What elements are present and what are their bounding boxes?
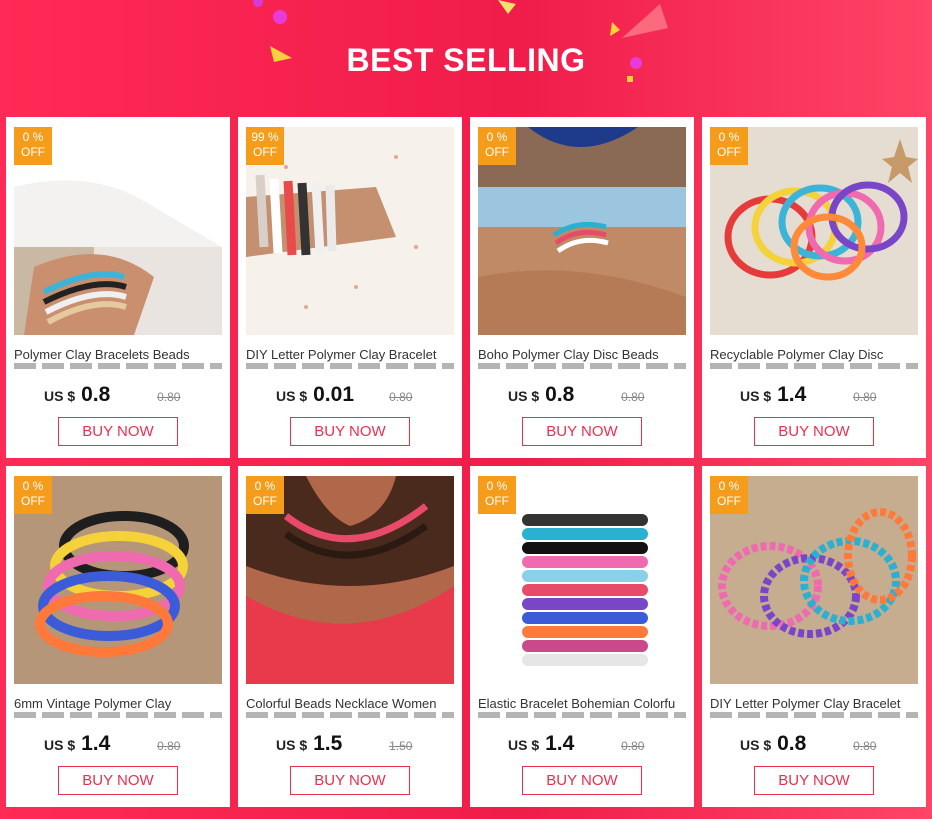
- buy-now-button[interactable]: BUY NOW: [754, 766, 874, 795]
- product-name-overflow: [710, 712, 918, 718]
- product-card[interactable]: 99 % OFF DIY Letter Polymer Clay Bracelet…: [238, 117, 462, 458]
- sale-price: 1.4: [545, 732, 575, 755]
- product-name[interactable]: Recyclable Polymer Clay Disc: [710, 347, 918, 363]
- sale-price: 0.01: [313, 383, 354, 406]
- buy-now-button[interactable]: BUY NOW: [522, 766, 642, 795]
- currency-label: US $: [508, 388, 540, 404]
- product-name[interactable]: Boho Polymer Clay Disc Beads: [478, 347, 686, 363]
- sale-price: 1.5: [313, 732, 343, 755]
- original-price: 0.80: [853, 390, 877, 404]
- product-card[interactable]: 0 % OFF Elastic Bracelet Bohemian Colorfu…: [470, 466, 694, 807]
- original-price: 0.80: [157, 739, 181, 753]
- product-card[interactable]: 0 % OFF Recyclable Polymer Clay Disc US $…: [702, 117, 926, 458]
- price-row: US $ 0.8 0.80: [740, 732, 910, 758]
- sale-price: 0.8: [545, 383, 575, 406]
- original-price: 0.80: [621, 739, 645, 753]
- price-row: US $ 0.8 0.80: [44, 383, 214, 409]
- original-price: 0.80: [157, 390, 181, 404]
- original-price: 0.80: [621, 390, 645, 404]
- currency-label: US $: [276, 388, 308, 404]
- price-row: US $ 0.8 0.80: [508, 383, 678, 409]
- product-name-overflow: [14, 363, 222, 369]
- buy-now-button[interactable]: BUY NOW: [522, 417, 642, 446]
- product-name-overflow: [246, 712, 454, 718]
- buy-now-button[interactable]: BUY NOW: [290, 766, 410, 795]
- discount-badge: 99 % OFF: [246, 127, 284, 165]
- discount-badge: 0 % OFF: [478, 476, 516, 514]
- buy-now-button[interactable]: BUY NOW: [754, 417, 874, 446]
- buy-now-button[interactable]: BUY NOW: [58, 417, 178, 446]
- discount-badge: 0 % OFF: [246, 476, 284, 514]
- product-name-overflow: [710, 363, 918, 369]
- original-price: 1.50: [389, 739, 413, 753]
- best-selling-banner: BEST SELLING 0 % OFF Polymer Clay Bracel…: [0, 0, 932, 819]
- original-price: 0.80: [389, 390, 413, 404]
- product-name[interactable]: DIY Letter Polymer Clay Bracelet: [710, 696, 918, 712]
- price-row: US $ 1.4 0.80: [740, 383, 910, 409]
- product-name[interactable]: Elastic Bracelet Bohemian Colorfu: [478, 696, 686, 712]
- price-row: US $ 0.01 0.80: [276, 383, 446, 409]
- sale-price: 1.4: [777, 383, 807, 406]
- product-name-overflow: [478, 712, 686, 718]
- currency-label: US $: [740, 388, 772, 404]
- currency-label: US $: [508, 737, 540, 753]
- discount-badge: 0 % OFF: [710, 476, 748, 514]
- price-row: US $ 1.4 0.80: [508, 732, 678, 758]
- sale-price: 0.8: [81, 383, 111, 406]
- buy-now-button[interactable]: BUY NOW: [58, 766, 178, 795]
- original-price: 0.80: [853, 739, 877, 753]
- discount-badge: 0 % OFF: [14, 476, 52, 514]
- discount-badge: 0 % OFF: [710, 127, 748, 165]
- currency-label: US $: [276, 737, 308, 753]
- product-card[interactable]: 0 % OFF 6mm Vintage Polymer Clay US $ 1.4…: [6, 466, 230, 807]
- product-card[interactable]: 0 % OFF Polymer Clay Bracelets Beads US $…: [6, 117, 230, 458]
- product-card[interactable]: 0 % OFF DIY Letter Polymer Clay Bracelet …: [702, 466, 926, 807]
- sale-price: 0.8: [777, 732, 807, 755]
- product-name[interactable]: DIY Letter Polymer Clay Bracelet: [246, 347, 454, 363]
- product-card[interactable]: 0 % OFF Boho Polymer Clay Disc Beads US $…: [470, 117, 694, 458]
- price-row: US $ 1.5 1.50: [276, 732, 446, 758]
- product-name-overflow: [478, 363, 686, 369]
- product-name[interactable]: Colorful Beads Necklace Women: [246, 696, 454, 712]
- product-grid: 0 % OFF Polymer Clay Bracelets Beads US $…: [6, 117, 926, 807]
- buy-now-button[interactable]: BUY NOW: [290, 417, 410, 446]
- product-name[interactable]: Polymer Clay Bracelets Beads: [14, 347, 222, 363]
- price-row: US $ 1.4 0.80: [44, 732, 214, 758]
- product-name-overflow: [246, 363, 454, 369]
- product-name[interactable]: 6mm Vintage Polymer Clay: [14, 696, 222, 712]
- page-title: BEST SELLING: [346, 42, 586, 78]
- discount-badge: 0 % OFF: [14, 127, 52, 165]
- product-name-overflow: [14, 712, 222, 718]
- product-card[interactable]: 0 % OFF Colorful Beads Necklace Women US …: [238, 466, 462, 807]
- currency-label: US $: [740, 737, 772, 753]
- sale-price: 1.4: [81, 732, 111, 755]
- currency-label: US $: [44, 388, 76, 404]
- discount-badge: 0 % OFF: [478, 127, 516, 165]
- currency-label: US $: [44, 737, 76, 753]
